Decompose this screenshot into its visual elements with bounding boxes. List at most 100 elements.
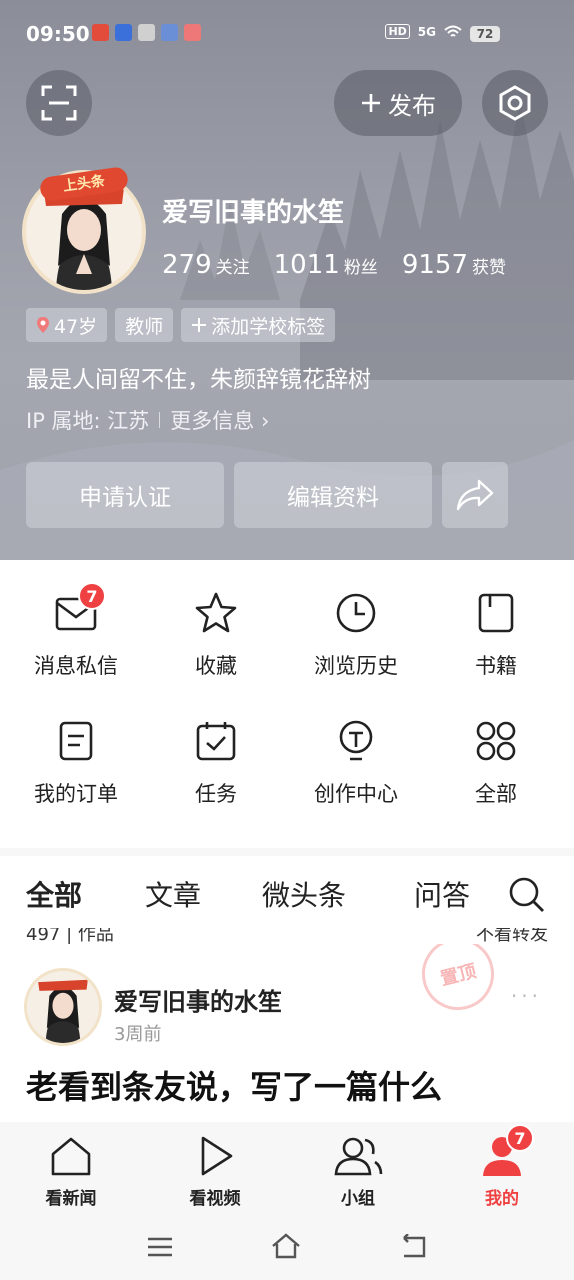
nav-label: 小组 — [341, 1189, 375, 1209]
divider — [159, 412, 161, 428]
app-notification-icon — [92, 24, 109, 41]
add-school-label: 添加学校标签 — [211, 315, 326, 338]
grid-label: 全部 — [475, 782, 517, 806]
tag-age-label: 47岁 — [54, 315, 98, 338]
grid-label: 消息私信 — [34, 654, 118, 678]
gear-icon — [499, 85, 531, 121]
search-icon — [509, 877, 544, 912]
nav-group[interactable]: 小组 — [303, 1134, 413, 1209]
stat-fans[interactable]: 1011 粉丝 — [274, 250, 378, 280]
scan-button[interactable] — [26, 70, 92, 136]
profile-tags: 47岁 教师 添加学校标签 — [26, 308, 336, 342]
more-info-link[interactable]: 更多信息 › — [170, 405, 269, 435]
location-pin-icon — [37, 317, 49, 333]
grid-item-tasks[interactable]: 任务 — [146, 688, 286, 808]
post-title[interactable]: 老看到条友说，写了一篇什么 — [26, 1062, 442, 1108]
signal-icon: 5G — [417, 24, 436, 39]
grid-label: 收藏 — [195, 654, 237, 678]
verify-label: 申请认证 — [79, 485, 171, 511]
grid-label: 任务 — [195, 782, 237, 806]
scan-icon — [41, 85, 77, 121]
nav-mine[interactable]: 7 我的 — [447, 1124, 557, 1209]
battery-indicator: 72 — [470, 26, 500, 42]
share-button[interactable] — [442, 462, 508, 528]
stat-number: 1011 — [273, 250, 340, 280]
tag-age[interactable]: 47岁 — [26, 308, 108, 342]
tab-article[interactable]: 文章 — [145, 874, 201, 914]
profile-motto: 最是人间留不住，朱颜辞镜花辞树 — [26, 367, 371, 393]
grid-label: 我的订单 — [34, 782, 118, 806]
verify-button[interactable]: 申请认证 — [26, 462, 224, 528]
star-icon — [192, 590, 240, 636]
add-school-tag-button[interactable]: 添加学校标签 — [181, 308, 336, 342]
post-time: 3周前 — [114, 1024, 162, 1045]
plus-icon — [362, 94, 380, 112]
post-author[interactable]: 爱写旧事的水笙 — [114, 982, 282, 1017]
grid-item-history[interactable]: 浏览历史 — [286, 560, 426, 680]
profile-icon-wrap: 7 — [480, 1124, 534, 1178]
app-notification-icon — [184, 24, 201, 41]
feed-post[interactable]: 爱写旧事的水笙 3周前 置顶 ··· 老看到条友说，写了一篇什么 — [0, 944, 574, 1124]
wifi-icon — [444, 25, 462, 37]
tag-job[interactable]: 教师 — [115, 308, 174, 342]
menu-icon — [148, 1237, 172, 1257]
works-filter-bar: 497 | 作品 不看转发 — [0, 928, 574, 944]
mine-badge: 7 — [506, 1124, 534, 1152]
mail-icon: 7 — [52, 582, 106, 636]
status-bar: 09:50 HD 5G 72 — [0, 0, 574, 66]
stat-following[interactable]: 279 关注 — [162, 250, 250, 280]
group-icon — [334, 1137, 383, 1176]
app-notification-icon — [138, 24, 155, 41]
publish-label: 发布 — [388, 91, 436, 120]
notification-icons — [92, 24, 201, 41]
more-info-label: 更多信息 — [170, 409, 255, 433]
network-indicators: HD 5G — [385, 24, 462, 39]
nav-news[interactable]: 看新闻 — [16, 1134, 126, 1209]
hide-reposts-toggle[interactable]: 不看转发 — [476, 928, 548, 944]
app-notification-icon — [115, 24, 132, 41]
username: 爱写旧事的水笙 — [162, 198, 345, 228]
home-icon — [51, 1137, 91, 1176]
grid-item-favorites[interactable]: 收藏 — [146, 560, 286, 680]
tab-micro[interactable]: 微头条 — [262, 874, 346, 914]
home-button[interactable] — [270, 1232, 302, 1264]
nav-video[interactable]: 看视频 — [160, 1134, 270, 1209]
stat-likes[interactable]: 9157 获赞 — [402, 250, 506, 280]
menu-button[interactable] — [146, 1236, 174, 1262]
share-icon — [456, 479, 494, 511]
status-time: 09:50 — [26, 22, 90, 46]
play-icon — [201, 1136, 233, 1176]
grid-item-messages[interactable]: 7 消息私信 — [6, 560, 146, 680]
stat-number: 279 — [162, 250, 212, 280]
ip-location: IP 属地: 江苏 — [26, 409, 150, 433]
tag-job-label: 教师 — [125, 315, 164, 338]
grid-item-orders[interactable]: 我的订单 — [6, 688, 146, 808]
bulb-icon — [332, 718, 380, 764]
stat-number: 9157 — [401, 250, 468, 280]
grid-item-all[interactable]: 全部 — [426, 688, 566, 808]
stat-label: 关注 — [215, 258, 250, 278]
nav-label: 看新闻 — [45, 1189, 97, 1209]
tab-all[interactable]: 全部 — [26, 874, 82, 914]
more-options-button[interactable]: ··· — [511, 984, 542, 1008]
grid-item-books[interactable]: 书籍 — [426, 560, 566, 680]
app-notification-icon — [161, 24, 178, 41]
grid-item-creator-center[interactable]: 创作中心 — [286, 688, 426, 808]
pinned-stamp: 置顶 — [414, 944, 502, 1018]
back-button[interactable] — [400, 1233, 430, 1264]
order-icon — [52, 718, 100, 764]
settings-button[interactable] — [482, 70, 548, 136]
plus-icon — [192, 318, 207, 332]
profile-header: 09:50 HD 5G 72 发布 上头条 爱写旧事的水笙 279 关注 101… — [0, 0, 574, 560]
publish-button[interactable]: 发布 — [334, 70, 462, 136]
stat-label: 获赞 — [471, 258, 506, 278]
clock-icon — [332, 590, 380, 636]
back-icon — [403, 1233, 426, 1258]
tab-qa[interactable]: 问答 — [414, 874, 470, 914]
search-button[interactable] — [508, 876, 546, 918]
nav-label: 看视频 — [189, 1189, 241, 1209]
edit-profile-button[interactable]: 编辑资料 — [234, 462, 432, 528]
bottom-navigation: 看新闻 看视频 小组 7 我的 — [0, 1122, 574, 1214]
task-icon — [192, 718, 240, 764]
post-avatar[interactable] — [24, 968, 102, 1046]
